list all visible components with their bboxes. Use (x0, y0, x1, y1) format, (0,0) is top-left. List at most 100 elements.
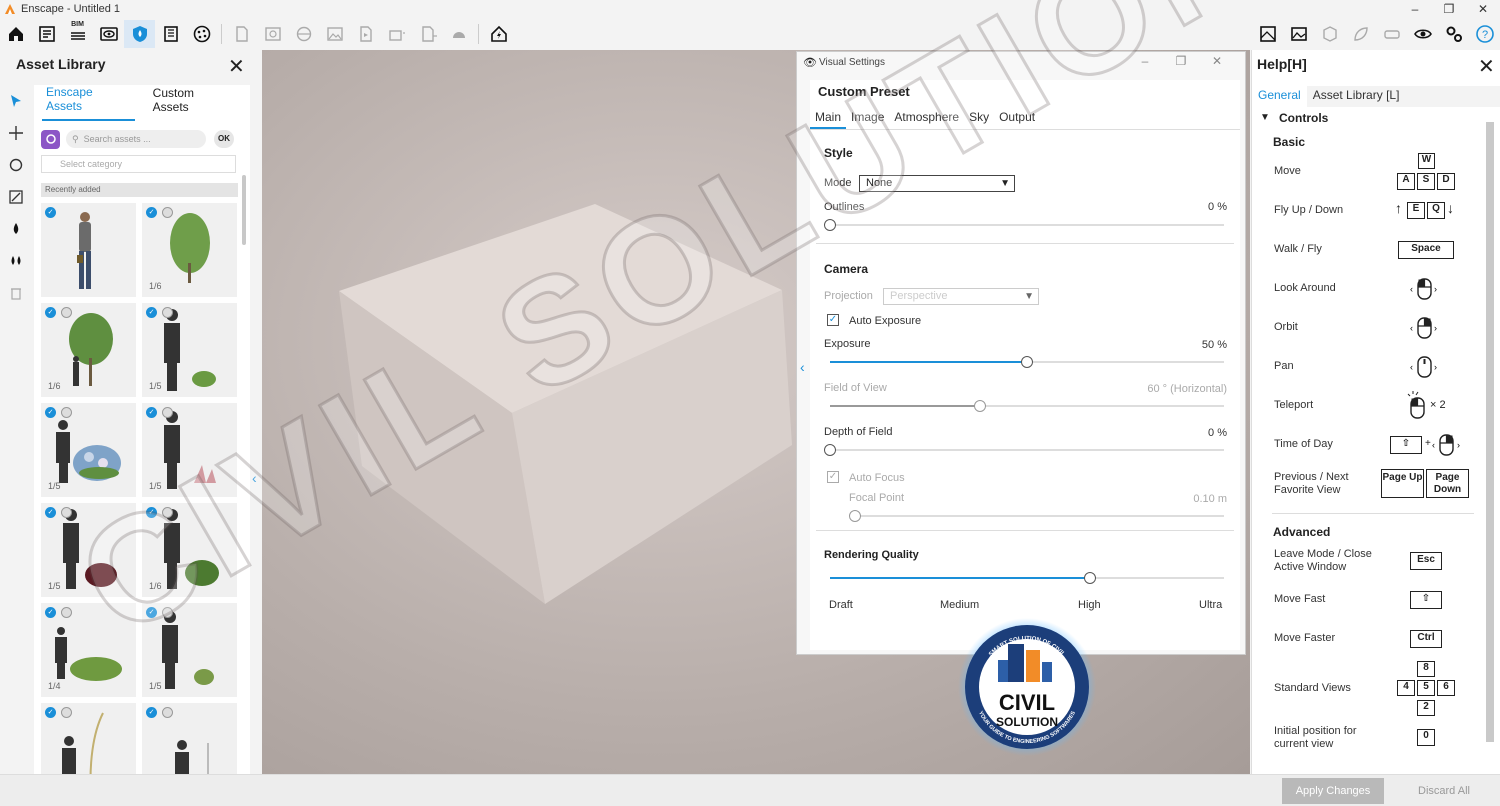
asset-tile[interactable]: ✓ 1/4 (41, 603, 136, 697)
asset-scrollbar[interactable] (242, 175, 246, 245)
slider-knob[interactable] (824, 444, 836, 456)
slider-knob[interactable] (1084, 572, 1097, 584)
capture-button[interactable] (226, 20, 257, 48)
close-window-button[interactable]: ✕ (1466, 0, 1500, 18)
move-tool[interactable] (0, 117, 32, 149)
asset-tile[interactable]: ✓ 1/5 (142, 303, 237, 397)
outlines-label: Outlines (824, 201, 865, 213)
asset-library-close-button[interactable]: ✕ (228, 54, 245, 79)
help-close-button[interactable]: ✕ (1478, 54, 1495, 79)
help-initial-position-label: Initial position for current view (1274, 725, 1357, 750)
key-w: W (1418, 153, 1435, 169)
help-pan-label: Pan (1274, 360, 1294, 372)
asset-tile[interactable]: ✓ (41, 703, 136, 797)
search-ok-button[interactable]: OK (214, 130, 234, 148)
views-button[interactable] (93, 20, 124, 48)
mode-dropdown[interactable]: None ▼ (859, 175, 1015, 192)
exposure-label: Exposure (824, 338, 871, 350)
export-button[interactable] (412, 20, 443, 48)
auto-focus-checkbox[interactable]: ✓ (827, 471, 839, 483)
delete-tool[interactable] (0, 277, 32, 309)
collapse-panel-chevron-icon[interactable]: ‹ (252, 470, 257, 486)
chevron-down-icon: ▼ (1024, 291, 1034, 302)
asset-library-button[interactable] (124, 19, 155, 48)
title-bar: Enscape - Untitled 1 – ❐ ✕ (0, 0, 1500, 18)
drops-icon (11, 256, 21, 265)
asset-tile[interactable]: ✓ 1/5 (41, 403, 136, 497)
asset-tile[interactable]: ✓ (41, 203, 136, 297)
variant-count: 1/6 (149, 281, 162, 291)
tab-enscape-assets[interactable]: Enscape Assets (42, 79, 135, 121)
vs-expand-chevron-icon[interactable]: ‹ (800, 359, 805, 375)
apply-changes-button[interactable]: Apply Changes (1282, 778, 1384, 804)
asset-tile[interactable]: ✓ 1/6 (142, 503, 237, 597)
help-scrollbar[interactable] (1486, 122, 1494, 742)
scale-tool[interactable] (0, 181, 32, 213)
slider-knob[interactable] (824, 219, 836, 231)
asset-tile[interactable]: ✓ 1/5 (142, 603, 237, 697)
help-move-fast-label: Move Fast (1274, 593, 1326, 605)
asset-tile[interactable]: ✓ 1/6 (41, 303, 136, 397)
depth-of-field-value: 0 % (1208, 427, 1227, 439)
map-button[interactable] (1252, 20, 1283, 48)
asset-search-input[interactable]: ⚲ Search assets ... (66, 130, 206, 148)
vs-minimize-button[interactable]: – (1127, 54, 1163, 68)
vr-headset-button[interactable] (1376, 20, 1407, 48)
key-5: 5 (1417, 680, 1435, 696)
panorama-button[interactable] (288, 20, 319, 48)
batch-render-button[interactable] (381, 20, 412, 48)
home-button[interactable] (0, 20, 31, 48)
material-editor-button[interactable] (186, 20, 217, 48)
tab-asset-library[interactable]: Asset Library [L] (1307, 86, 1406, 107)
tab-image[interactable]: Image (846, 106, 889, 129)
drop-icon (13, 223, 19, 234)
tab-custom-assets[interactable]: Custom Assets (149, 80, 236, 120)
slider-knob[interactable] (1021, 356, 1033, 368)
slider-knob[interactable] (973, 400, 986, 412)
place-single-tool[interactable] (0, 213, 32, 245)
maximize-button[interactable]: ❐ (1432, 0, 1466, 18)
slider-knob[interactable] (849, 510, 861, 522)
select-tool[interactable] (0, 85, 32, 117)
web-standalone-button[interactable] (443, 20, 474, 48)
general-settings-button[interactable] (1438, 20, 1469, 48)
annotations-button[interactable] (1345, 20, 1376, 48)
image-button[interactable] (319, 20, 350, 48)
vs-close-button[interactable]: ✕ (1199, 54, 1235, 68)
video-button[interactable] (350, 20, 381, 48)
projection-dropdown[interactable]: Perspective ▼ (883, 288, 1039, 305)
controls-heading: Controls (1279, 111, 1329, 125)
minimize-button[interactable]: – (1398, 0, 1432, 18)
tab-main[interactable]: Main (810, 106, 847, 129)
vs-maximize-button[interactable]: ❐ (1163, 54, 1199, 68)
discard-all-button[interactable]: Discard All (1404, 778, 1484, 804)
auto-exposure-checkbox[interactable]: ✓ (827, 314, 839, 326)
atlas-button[interactable] (155, 20, 186, 48)
triangle-down-icon: ▼ (1260, 112, 1270, 123)
variant-count: 1/5 (48, 481, 61, 491)
visual-settings-button[interactable] (1407, 20, 1438, 48)
category-select[interactable]: Select category (41, 155, 236, 173)
asset-tile[interactable]: ✓ 1/6 (142, 203, 237, 297)
help-button[interactable]: ? (1469, 20, 1500, 48)
bim-button[interactable]: BIM (62, 20, 93, 48)
tab-atmosphere[interactable]: Atmosphere (889, 106, 964, 129)
tab-output[interactable]: Output (994, 106, 1040, 129)
asset-tile[interactable]: ✓ (142, 703, 237, 797)
asset-tile[interactable]: ✓ 1/5 (142, 403, 237, 497)
render-window-button[interactable] (1283, 20, 1314, 48)
rotate-tool[interactable] (0, 149, 32, 181)
place-scatter-tool[interactable] (0, 245, 32, 277)
tab-general[interactable]: General (1252, 86, 1307, 107)
screenshot-button[interactable] (257, 20, 288, 48)
live-updates-button[interactable] (483, 20, 514, 48)
help-panel: Help[H] ✕ General Asset Library [L] ▼ Co… (1251, 50, 1500, 774)
svg-text:›: › (1434, 284, 1437, 294)
asset-tile[interactable]: ✓ 1/5 (41, 503, 136, 597)
document-button[interactable] (31, 20, 62, 48)
tab-sky[interactable]: Sky (964, 106, 994, 129)
svg-text:?: ? (1481, 29, 1487, 41)
rendering-quality-heading: Rendering Quality (824, 549, 919, 561)
collaboration-button[interactable] (1314, 20, 1345, 48)
svg-text:‹: ‹ (1432, 440, 1435, 450)
